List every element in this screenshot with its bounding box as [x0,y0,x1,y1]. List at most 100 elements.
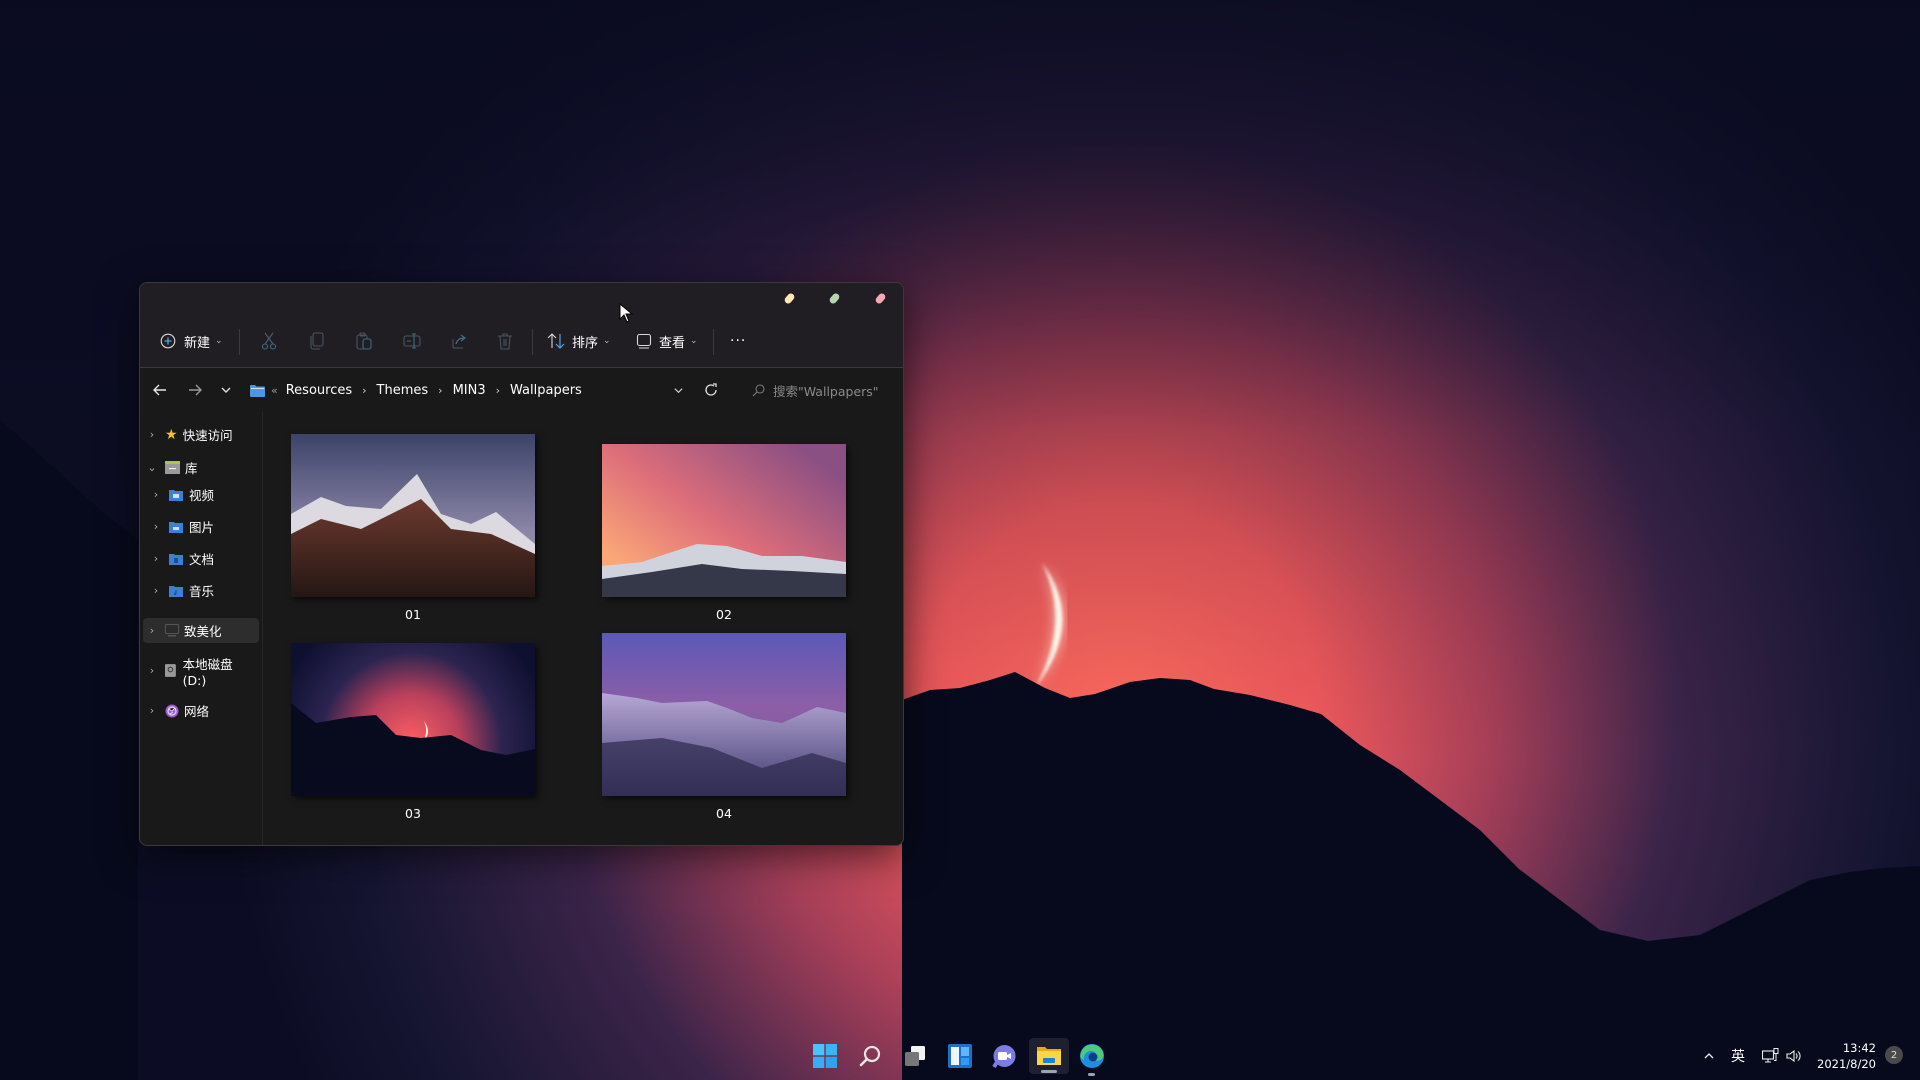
thumbnail-image [291,643,535,796]
breadcrumb-item[interactable]: Resources [286,383,352,398]
sort-button[interactable]: 排序 ⌄ [547,315,611,367]
mouse-cursor-icon [619,303,633,323]
chevron-right-icon[interactable]: › [149,584,163,597]
search-button[interactable] [852,1038,888,1074]
title-bar[interactable] [140,283,903,315]
chevron-right-icon[interactable]: › [149,520,163,533]
widgets-button[interactable] [942,1038,978,1074]
sidebar-item-label: 快速访问 [182,428,233,443]
sidebar-item-quick-access[interactable]: › ★ 快速访问 [143,422,259,447]
chevron-right-icon[interactable]: › [145,664,159,677]
refresh-button[interactable] [704,368,718,412]
chevron-right-icon[interactable]: › [149,488,163,501]
active-indicator [1041,1070,1057,1073]
delete-button[interactable] [497,315,513,367]
minimize-button[interactable] [783,292,796,305]
file-item[interactable] [291,434,535,597]
file-item[interactable] [602,633,846,796]
time-label: 13:42 [1842,1041,1876,1055]
sort-label: 排序 [572,335,599,351]
file-list: 01 02 03 04 [263,412,903,845]
view-label: 查看 [659,335,686,351]
drive-icon [164,664,176,677]
input-method-indicator[interactable]: 英 [1731,1032,1745,1080]
sidebar-item-label: 网络 [184,704,210,719]
address-dropdown-button[interactable] [673,368,684,412]
task-view-button[interactable] [897,1038,933,1074]
cut-button[interactable] [261,315,277,367]
maximize-button[interactable] [828,292,841,305]
view-button[interactable]: 查看 ⌄ [636,315,698,367]
chevron-right-icon[interactable]: › [145,624,159,637]
sidebar-item-documents[interactable]: › 文档 [149,546,259,571]
chevron-down-icon: ⌄ [690,336,698,346]
chevron-right-icon[interactable]: › [145,428,159,441]
sidebar-item-network[interactable]: › 网络 [143,698,259,723]
new-label: 新建 [184,335,211,351]
file-explorer-taskbar-button[interactable] [1029,1038,1069,1074]
breadcrumb-item[interactable]: Wallpapers [510,383,582,398]
forward-button[interactable] [187,368,203,412]
copy-button[interactable] [309,315,325,367]
widgets-icon [948,1044,972,1068]
music-folder-icon [169,585,183,597]
input-method-label: 英 [1731,1049,1745,1065]
task-view-icon [905,1046,925,1066]
toolbar-divider [713,329,714,355]
chevron-down-icon: ⌄ [603,336,611,346]
new-button[interactable]: 新建 ⌄ [160,315,223,367]
breadcrumb-item[interactable]: Themes [377,383,429,398]
edge-icon [1080,1044,1104,1068]
sidebar-item-videos[interactable]: › 视频 [149,482,259,507]
notification-badge[interactable]: 2 [1885,1046,1903,1064]
chevron-right-icon[interactable]: › [496,384,500,397]
file-explorer-window: 新建 ⌄ 排序 ⌄ 查看 ⌄ ··· « Resources › Themes … [139,282,904,846]
delete-icon [498,333,512,350]
more-options-button[interactable]: ··· [730,315,746,367]
sort-icon [547,333,565,349]
taskbar: 英 13:42 2021/8/20 2 [0,1032,1920,1080]
network-status-button[interactable] [1762,1032,1779,1080]
sidebar-item-label: 库 [185,461,198,476]
paste-button[interactable] [356,315,372,367]
file-item[interactable] [602,444,846,597]
refresh-icon [705,383,717,396]
sidebar-item-this-pc[interactable]: › 致美化 [143,618,259,643]
close-button[interactable] [874,292,887,305]
volume-button[interactable] [1786,1032,1802,1080]
view-icon [636,333,652,349]
show-hidden-icons-button[interactable] [1703,1032,1715,1080]
sidebar-item-local-disk-d[interactable]: › 本地磁盘 (D:) [143,657,259,688]
network-ethernet-icon [1762,1048,1779,1063]
file-item[interactable] [291,643,535,796]
chevron-right-icon[interactable]: › [362,384,366,397]
sidebar-item-pictures[interactable]: › 图片 [149,514,259,539]
network-icon [165,704,179,717]
copy-icon [310,332,324,350]
file-name: 01 [405,607,421,622]
file-name: 03 [405,806,421,821]
share-button[interactable] [450,315,468,367]
documents-folder-icon [169,553,183,565]
sidebar-item-music[interactable]: › 音乐 [149,578,259,603]
chat-button[interactable] [986,1038,1022,1074]
edge-button[interactable] [1074,1038,1110,1076]
search-input[interactable]: 搜索"Wallpapers" [752,368,879,412]
clock-button[interactable]: 13:42 2021/8/20 [1812,1040,1876,1072]
chevron-right-icon[interactable]: › [145,704,159,717]
file-explorer-icon [1037,1047,1061,1065]
address-bar: « Resources › Themes › MIN3 › Wallpapers… [140,368,903,412]
overflow-crumbs-button[interactable]: « [271,384,278,397]
chevron-right-icon[interactable]: › [149,552,163,565]
sidebar-item-label: 音乐 [189,584,215,599]
chevron-right-icon[interactable]: › [438,384,442,397]
back-button[interactable] [152,368,168,412]
breadcrumb-item[interactable]: MIN3 [453,383,486,398]
recent-locations-button[interactable] [220,368,232,412]
start-button[interactable] [807,1038,843,1074]
rename-button[interactable] [403,315,421,367]
file-name: 04 [716,806,732,821]
chevron-down-icon[interactable]: ⌄ [145,461,159,474]
sidebar-item-label: 文档 [189,552,215,567]
sidebar-item-libraries[interactable]: ⌄ 库 [143,455,259,480]
